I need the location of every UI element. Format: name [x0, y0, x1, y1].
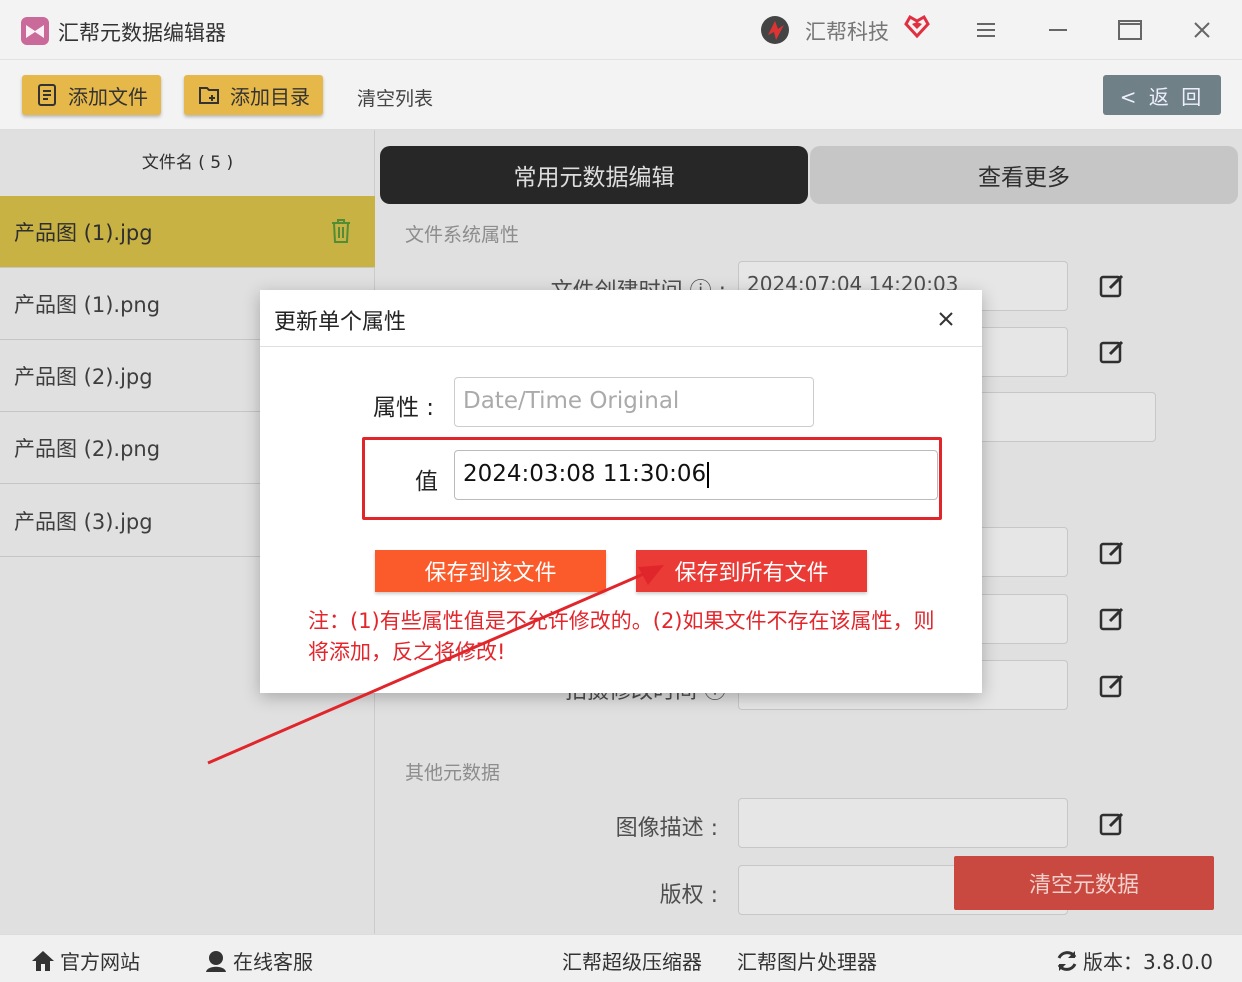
home-icon	[32, 950, 54, 971]
version-label: 版本：3.8.0.0	[1083, 950, 1213, 974]
update-property-dialog: 更新单个属性 属性 : Date/Time Original 值 2024:03…	[260, 290, 982, 693]
save-to-file-button[interactable]: 保存到该文件	[375, 550, 606, 592]
clear-metadata-button[interactable]: 清空元数据	[954, 856, 1214, 910]
attribute-field[interactable]: Date/Time Original	[454, 377, 814, 427]
refresh-icon	[1057, 950, 1077, 971]
edit-icon[interactable]	[1098, 272, 1126, 300]
status-bar: 官方网站 在线客服 汇帮超级压缩器 汇帮图片处理器 版本：3.8.0.0	[0, 934, 1242, 982]
trash-icon[interactable]	[330, 218, 352, 244]
file-name: 产品图 (2).png	[14, 436, 161, 461]
dialog-title: 更新单个属性	[274, 310, 407, 335]
value-label: 值	[415, 469, 438, 495]
file-icon	[38, 84, 56, 106]
attribute-label: 属性 :	[373, 395, 435, 421]
close-icon[interactable]	[1186, 14, 1218, 46]
toolbar: 添加文件 添加目录 清空列表 < 返 回	[0, 60, 1242, 130]
edit-icon[interactable]	[1098, 338, 1126, 366]
edit-icon[interactable]	[1098, 539, 1126, 567]
app-title: 汇帮元数据编辑器	[58, 21, 226, 45]
brand-name: 汇帮科技	[805, 20, 889, 44]
edit-icon[interactable]	[1098, 810, 1126, 838]
file-name: 产品图 (3).jpg	[14, 509, 153, 534]
file-name: 产品图 (1).jpg	[14, 220, 153, 245]
text-caret	[707, 461, 710, 488]
maximize-icon[interactable]	[1114, 14, 1146, 46]
compressor-link[interactable]: 汇帮超级压缩器	[562, 946, 702, 975]
file-list-header: 文件名 ( 5 )	[141, 153, 234, 173]
dialog-note: 注：(1)有些属性值是不允许修改的。(2)如果文件不存在该属性，则将添加，反之将…	[308, 609, 935, 664]
heart-icon	[904, 14, 930, 39]
folder-add-icon	[199, 87, 219, 104]
edit-icon[interactable]	[1098, 605, 1126, 633]
section-file-system: 文件系统属性	[405, 224, 520, 246]
image-tool-link[interactable]: 汇帮图片处理器	[737, 946, 877, 975]
add-file-button[interactable]: 添加文件	[22, 75, 161, 115]
image-description-label: 图像描述 :	[615, 816, 718, 841]
value-input[interactable]: 2024:03:08 11:30:06	[454, 450, 938, 500]
menu-icon[interactable]	[970, 14, 1002, 46]
back-button[interactable]: < 返 回	[1103, 75, 1221, 115]
tab-common-metadata[interactable]: 常用元数据编辑	[380, 146, 808, 204]
online-support-label: 在线客服	[233, 950, 313, 974]
file-row[interactable]: 产品图 (1).jpg	[0, 196, 375, 268]
add-folder-label: 添加目录	[230, 84, 310, 109]
version-info[interactable]: 版本：3.8.0.0	[1055, 946, 1213, 975]
minimize-icon[interactable]	[1042, 14, 1074, 46]
add-file-label: 添加文件	[68, 84, 148, 109]
value-text: 2024:03:08 11:30:06	[463, 461, 707, 487]
tab-view-more[interactable]: 查看更多	[810, 146, 1238, 204]
section-other-metadata: 其他元数据	[405, 762, 501, 784]
add-folder-button[interactable]: 添加目录	[184, 75, 323, 115]
official-website-label: 官方网站	[60, 950, 140, 974]
online-support-link[interactable]: 在线客服	[203, 946, 313, 975]
official-website-link[interactable]: 官方网站	[30, 946, 140, 975]
file-name: 产品图 (1).png	[14, 292, 161, 317]
file-name: 产品图 (2).jpg	[14, 364, 153, 389]
save-to-all-files-button[interactable]: 保存到所有文件	[636, 550, 867, 592]
dialog-close-icon[interactable]	[935, 308, 957, 330]
edit-icon[interactable]	[1098, 672, 1126, 700]
image-description-field[interactable]	[738, 798, 1068, 848]
brand-logo-icon	[761, 16, 789, 44]
title-bar: 汇帮元数据编辑器 汇帮科技	[0, 0, 1242, 60]
support-icon	[206, 950, 226, 972]
copyright-label: 版权 :	[659, 883, 718, 908]
app-logo-icon	[21, 17, 49, 45]
clear-list-button[interactable]: 清空列表	[357, 84, 433, 111]
dialog-header: 更新单个属性	[260, 290, 982, 347]
